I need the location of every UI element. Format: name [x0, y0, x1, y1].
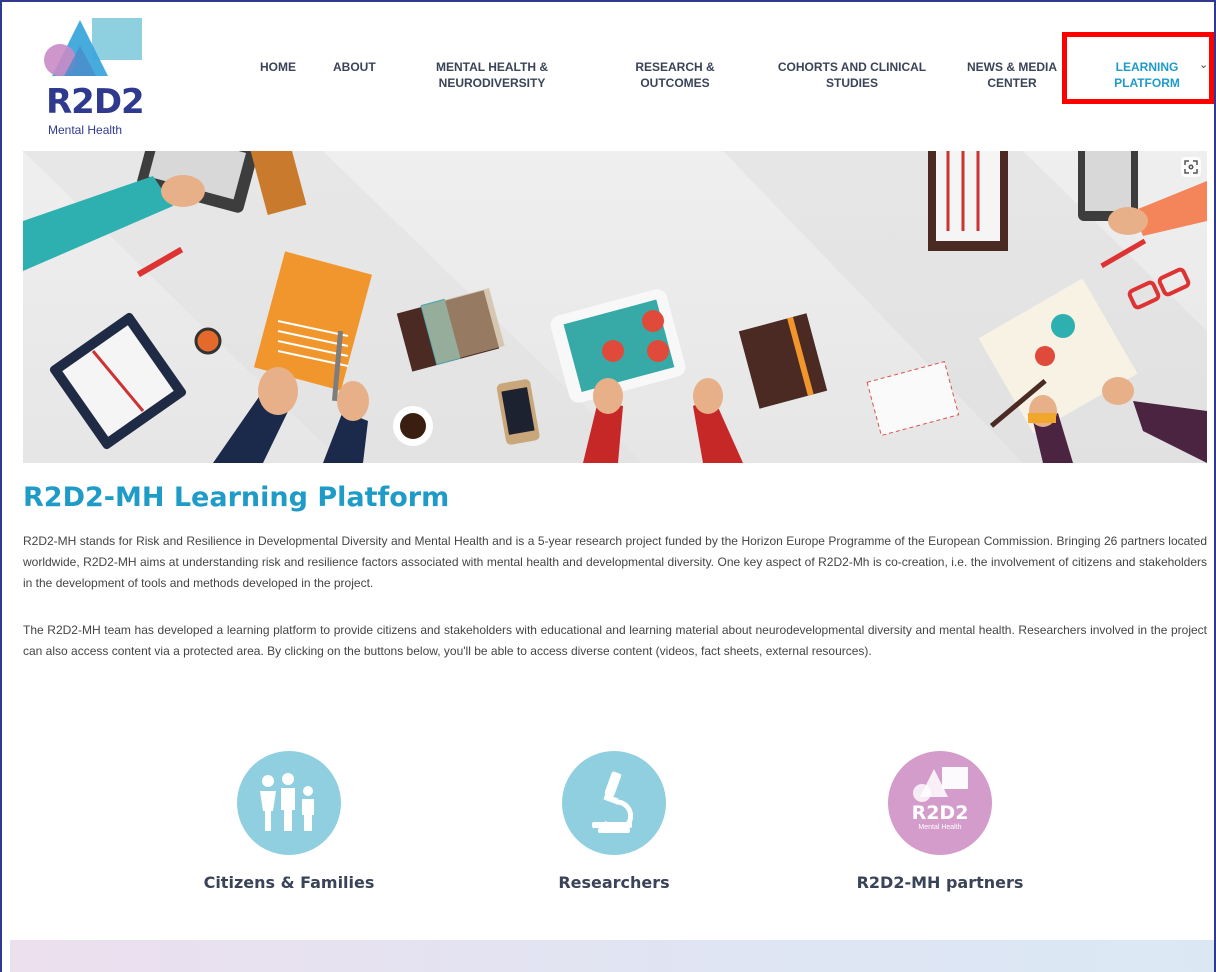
nav-cohorts[interactable]: COHORTS AND CLINICAL STUDIES: [772, 59, 932, 91]
page-title: R2D2-MH Learning Platform: [23, 482, 450, 513]
browser-frame: R2D2 Mental Health HOME ABOUT MENTAL HEA…: [0, 0, 1216, 972]
partners-logo-text: R2D2: [911, 802, 969, 824]
family-icon[interactable]: [237, 751, 341, 855]
category-researchers[interactable]: Researchers: [504, 751, 724, 892]
nav-home[interactable]: HOME: [260, 59, 296, 75]
nav-about[interactable]: ABOUT: [333, 59, 376, 75]
nav-news[interactable]: NEWS & MEDIA CENTER: [962, 59, 1062, 91]
nav-research[interactable]: RESEARCH & OUTCOMES: [627, 59, 723, 91]
logo-title: R2D2: [46, 82, 145, 122]
logo-subtitle: Mental Health: [48, 123, 123, 137]
category-label: Researchers: [558, 873, 670, 892]
highlight-box: [1062, 32, 1214, 104]
partners-logo-sub: Mental Health: [918, 824, 962, 831]
category-label: R2D2-MH partners: [856, 873, 1024, 892]
hero-illustration: [23, 151, 1207, 463]
category-r2d2-partners[interactable]: R2D2 Mental Health R2D2-MH partners: [830, 751, 1050, 892]
category-citizens-families[interactable]: Citizens & Families: [179, 751, 399, 892]
microscope-icon[interactable]: [562, 751, 666, 855]
nav-mental-health[interactable]: MENTAL HEALTH & NEURODIVERSITY: [427, 59, 557, 91]
expand-icon[interactable]: [1181, 157, 1201, 177]
r2d2-logo-icon[interactable]: R2D2 Mental Health: [888, 751, 992, 855]
footer-band: [10, 940, 1214, 972]
hero-image: [23, 151, 1207, 463]
intro-paragraph-1: R2D2-MH stands for Risk and Resilience i…: [23, 534, 1207, 590]
intro-paragraph-2: The R2D2-MH team has developed a learnin…: [23, 623, 1207, 658]
category-label: Citizens & Families: [203, 873, 375, 892]
